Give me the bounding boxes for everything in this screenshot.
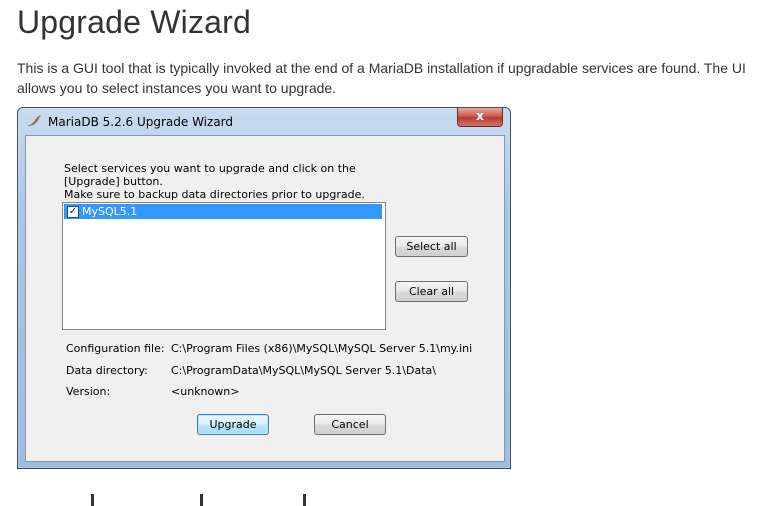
intro-paragraph: This is a GUI tool that is typically inv…	[17, 60, 746, 96]
cancel-button[interactable]: Cancel	[314, 414, 386, 435]
dialog-client-area: Select services you want to upgrade and …	[25, 135, 505, 462]
version-value: <unknown>	[171, 385, 240, 398]
instructions-line-1: Select services you want to upgrade and …	[64, 162, 356, 188]
config-file-value: C:\Program Files (x86)\MySQL\MySQL Serve…	[171, 342, 473, 355]
service-checkbox[interactable]: ✓	[67, 206, 79, 218]
page-title: Upgrade Wizard	[17, 4, 252, 40]
upgrade-wizard-window: MariaDB 5.2.6 Upgrade Wizard x Select se…	[17, 107, 511, 469]
upgrade-button[interactable]: Upgrade	[197, 414, 269, 435]
window-title: MariaDB 5.2.6 Upgrade Wizard	[48, 115, 234, 129]
config-file-label: Configuration file:	[66, 342, 165, 355]
mariadb-seal-icon	[27, 115, 41, 126]
title-bar[interactable]: MariaDB 5.2.6 Upgrade Wizard x	[18, 108, 510, 134]
clear-all-button[interactable]: Clear all	[395, 281, 468, 302]
services-listbox[interactable]: ✓ MySQL5.1	[62, 202, 386, 330]
close-button[interactable]: x	[457, 108, 503, 127]
service-name: MySQL5.1	[82, 205, 138, 218]
list-item-service[interactable]: ✓ MySQL5.1	[64, 204, 382, 219]
cut-off-heading-fragment	[17, 494, 317, 506]
instructions-line-2: Make sure to backup data directories pri…	[64, 188, 365, 201]
data-directory-value: C:\ProgramData\MySQL\MySQL Server 5.1\Da…	[171, 364, 436, 377]
instructions: Select services you want to upgrade and …	[64, 162, 384, 201]
version-label: Version:	[66, 385, 111, 398]
data-directory-label: Data directory:	[66, 364, 148, 377]
select-all-button[interactable]: Select all	[395, 236, 468, 257]
